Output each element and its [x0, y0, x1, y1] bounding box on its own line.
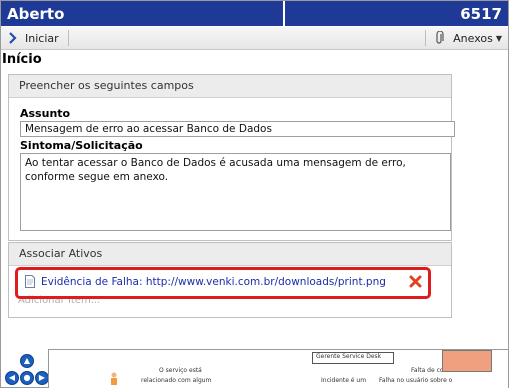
title-bar-right: 6517 [285, 1, 508, 26]
symptom-textarea[interactable]: Ao tentar acessar o Banco de Dados é acu… [20, 153, 451, 231]
attachment-highlight: Evidência de Falha: http://www.venki.com… [15, 267, 431, 299]
assets-panel-header: Associar Ativos [9, 243, 451, 266]
symptom-label: Sintoma/Solicitação [20, 139, 143, 152]
start-label: Iniciar [25, 31, 59, 45]
scroll-up-button[interactable]: ▲ [20, 354, 34, 368]
chevron-down-icon: ▼ [495, 33, 502, 43]
toolbar-divider [425, 30, 426, 46]
diagram-text: relacionado com algum [141, 377, 212, 384]
attachments-label: Anexos [453, 31, 493, 45]
diagram-text: O serviço está [159, 367, 202, 374]
zoom-button[interactable]: ● [20, 371, 34, 385]
attachment-link[interactable]: Evidência de Falha: http://www.venki.com… [41, 276, 386, 288]
form-panel-header: Preencher os seguintes campos [9, 75, 451, 98]
subject-label: Assunto [20, 107, 71, 120]
document-icon [25, 275, 35, 288]
start-button[interactable]: Iniciar [9, 30, 59, 46]
diagram-preview: Gerente Service Desk O serviço está rela… [48, 349, 508, 388]
paperclip-icon [436, 31, 444, 44]
diagram-text: Falha no usuário sobre o [379, 377, 453, 384]
ticket-number: 6517 [460, 5, 502, 23]
page-title: Início [2, 52, 42, 67]
delete-icon[interactable] [409, 275, 422, 288]
title-bar: Aberto 6517 [1, 1, 508, 26]
form-panel: Preencher os seguintes campos Assunto Me… [8, 74, 455, 241]
diagram-highlight-box [442, 350, 492, 372]
form-panel-title: Preencher os seguintes campos [19, 79, 194, 92]
diagram-text: Incidente é um [321, 377, 367, 384]
subject-input[interactable]: Mensagem de erro ao acessar Banco de Dad… [20, 121, 455, 137]
scroll-right-button[interactable]: ▶ [35, 371, 49, 385]
toolbar: Iniciar Anexos ▼ [1, 27, 508, 50]
toolbar-divider [68, 30, 69, 46]
assets-panel-title: Associar Ativos [19, 247, 103, 260]
scroll-left-button[interactable]: ◀ [5, 371, 19, 385]
title-bar-left: Aberto [1, 1, 283, 26]
chevron-right-icon [9, 32, 17, 44]
person-icon [111, 372, 117, 385]
diagram-text: Gerente Service Desk [316, 353, 382, 360]
status-title: Aberto [7, 5, 65, 23]
attachments-dropdown[interactable]: Anexos ▼ [435, 30, 502, 46]
